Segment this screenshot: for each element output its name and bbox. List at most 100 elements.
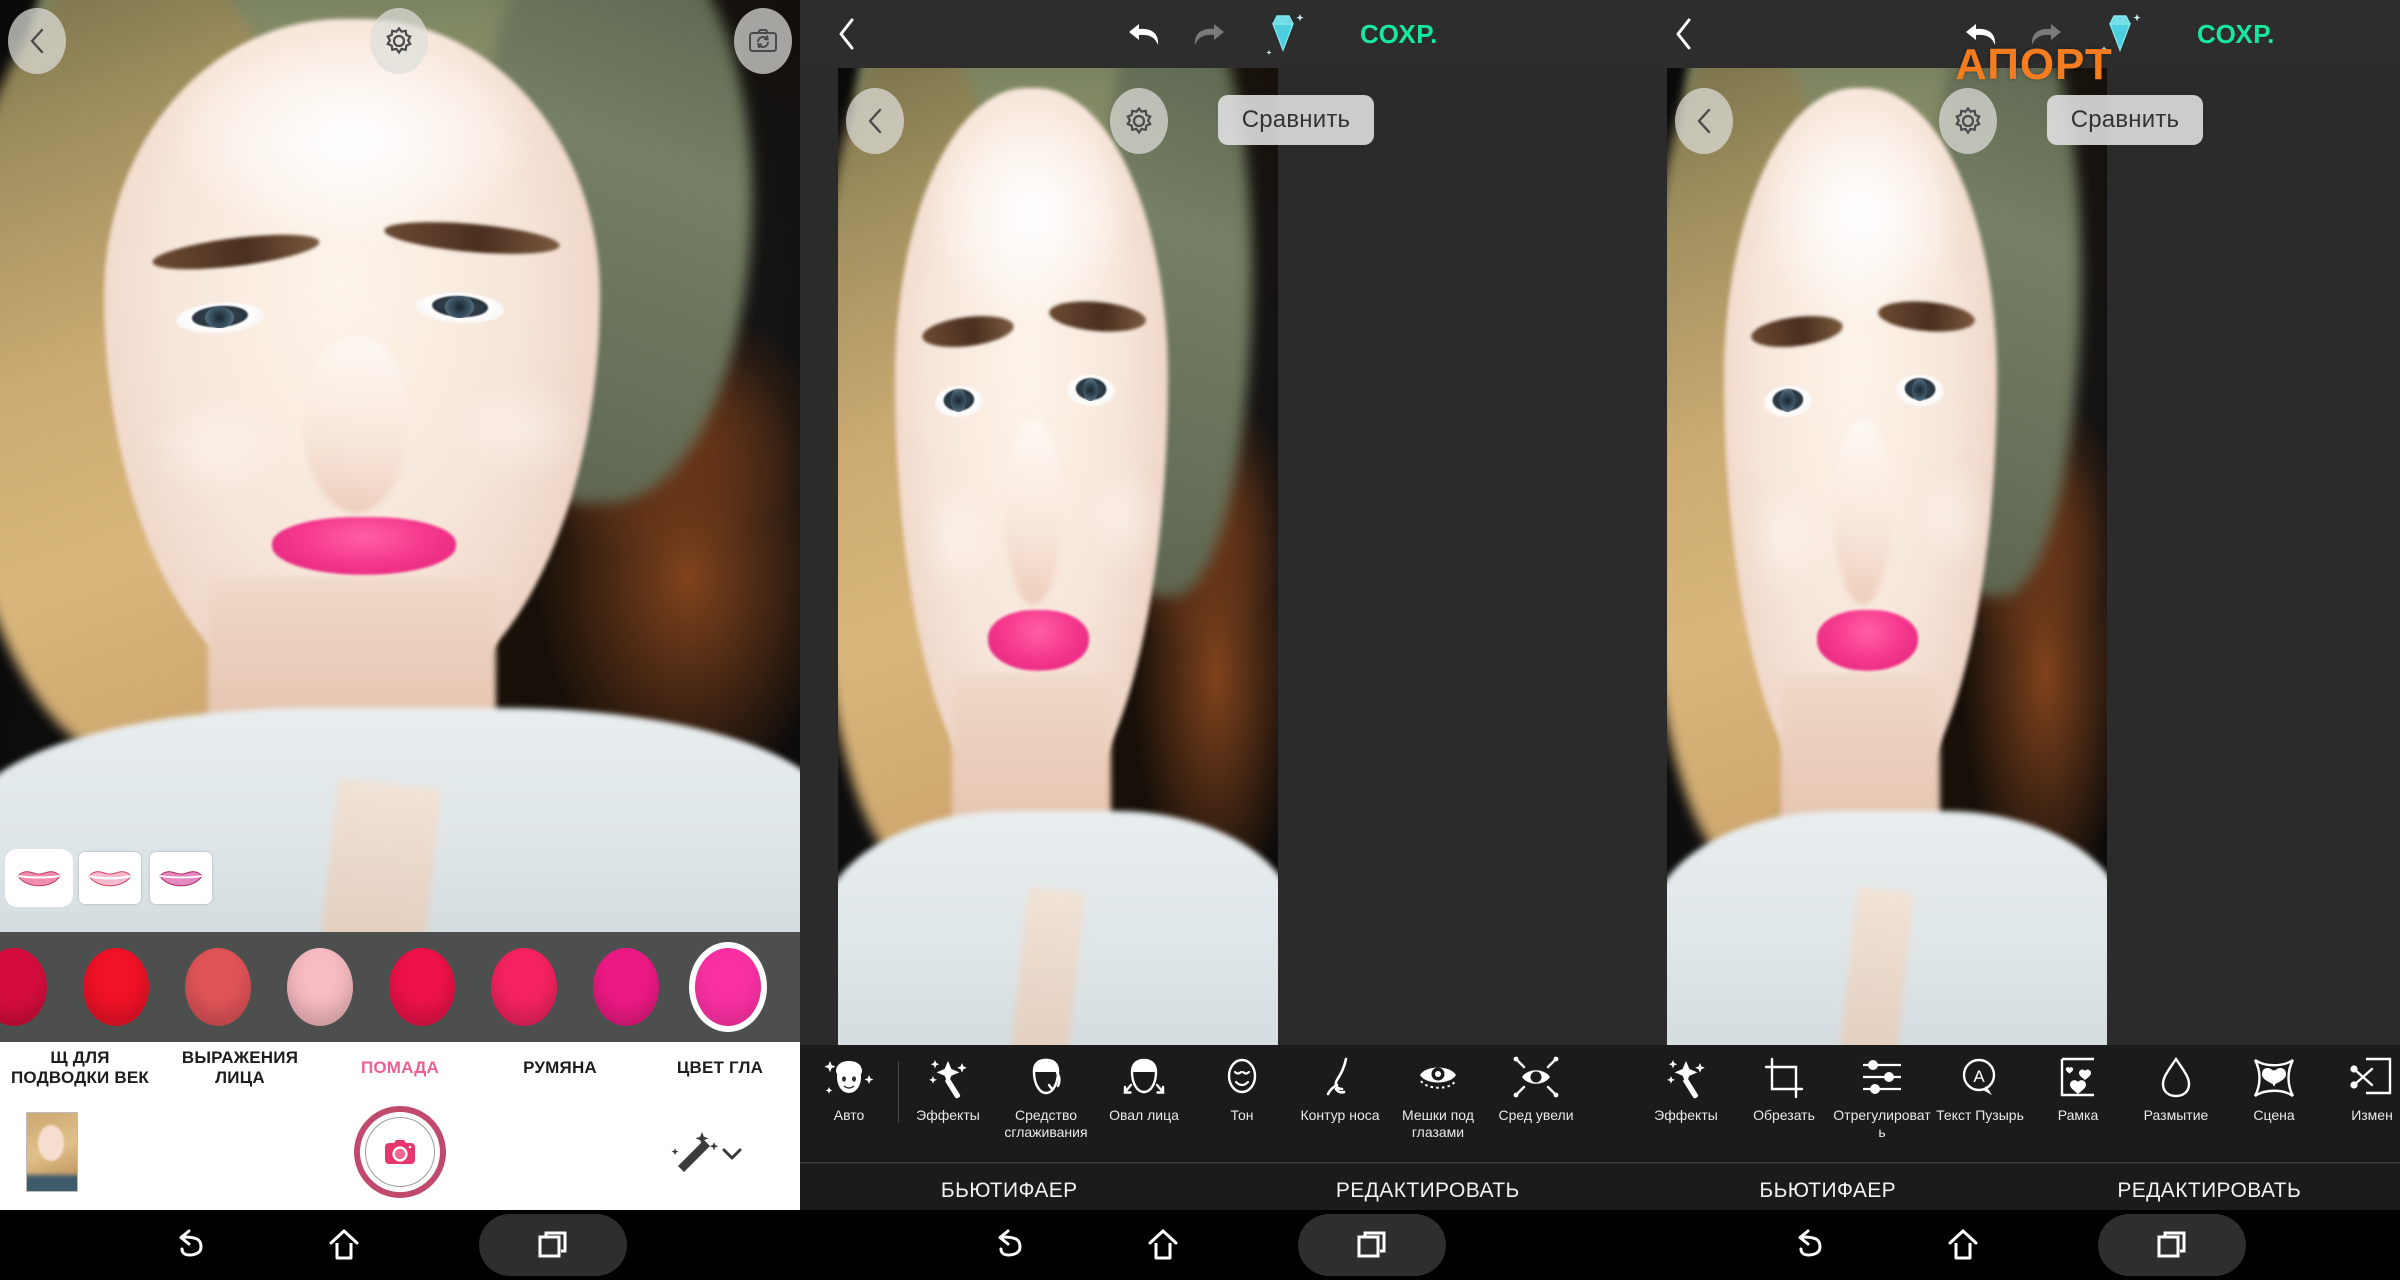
tab-edit[interactable]: РЕДАКТИРОВАТЬ — [1219, 1179, 1638, 1203]
back-nav-icon[interactable] — [992, 1228, 1028, 1262]
tool-label: Авто — [833, 1107, 865, 1123]
tool-label: Контур носа — [1300, 1107, 1380, 1123]
undo-icon[interactable] — [1125, 0, 1163, 68]
home-nav-icon[interactable] — [327, 1227, 361, 1263]
tool-auto[interactable]: Авто — [800, 1045, 898, 1124]
home-nav-icon[interactable] — [1146, 1227, 1180, 1263]
recents-nav-icon[interactable] — [1297, 1214, 1446, 1276]
tab-eyeliner[interactable]: Щ ДЛЯ ПОДВОДКИ ВЕК — [0, 1048, 160, 1087]
tool-eye-bags[interactable]: Мешки под глазами — [1389, 1045, 1487, 1140]
back-icon[interactable] — [1675, 88, 1733, 154]
frame-icon — [2060, 1057, 2094, 1097]
tab-edit[interactable]: РЕДАКТИРОВАТЬ — [2019, 1179, 2400, 1217]
tool-effects[interactable]: Эффекты — [899, 1045, 997, 1124]
tool-label: Текст Пузырь — [1936, 1107, 2024, 1123]
color-swatch[interactable] — [170, 948, 272, 1026]
blur-drop-icon — [2161, 1056, 2191, 1098]
tool-label: Эффекты — [916, 1107, 980, 1123]
cutout-scissors-icon — [2350, 1057, 2392, 1095]
compare-button[interactable]: Сравнить — [1218, 95, 1374, 145]
redo-icon[interactable] — [1190, 0, 1228, 68]
tool-tone[interactable]: Тон — [1193, 1045, 1291, 1124]
magic-wand-icon — [1667, 1060, 1705, 1099]
switch-camera-icon[interactable] — [734, 8, 792, 74]
tool-label: Средство сглаживания — [1004, 1107, 1088, 1140]
tool-label: Измен — [2351, 1107, 2393, 1123]
tool-label: Рамка — [2057, 1107, 2099, 1123]
tool-text-bubble[interactable]: A Текст Пузырь — [1931, 1045, 2029, 1124]
tab-face-expression[interactable]: ВЫРАЖЕНИЯ ЛИЦА — [160, 1048, 320, 1087]
tool-blur[interactable]: Размытие — [2127, 1045, 2225, 1124]
left-camera-panel: Щ ДЛЯ ПОДВОДКИ ВЕК ВЫРАЖЕНИЯ ЛИЦА ПОМАДА… — [0, 0, 800, 1280]
lip-style-thumb[interactable] — [150, 852, 212, 904]
tool-effects[interactable]: Эффекты — [1637, 1045, 1735, 1124]
gear-icon[interactable] — [1110, 88, 1168, 154]
tool-frame[interactable]: Рамка — [2029, 1045, 2127, 1124]
mid-topbar: СОХР. — [800, 0, 1637, 68]
color-swatch[interactable] — [272, 948, 374, 1026]
back-nav-icon[interactable] — [1792, 1228, 1828, 1262]
right-tool-row[interactable]: Эффекты Обрезать Отрегулировать A Текст … — [1637, 1045, 2400, 1163]
color-swatch[interactable] — [68, 948, 170, 1026]
magic-wand-toggle[interactable] — [666, 1126, 746, 1182]
mid-photo-canvas[interactable] — [838, 68, 1278, 1045]
gallery-thumbnail[interactable] — [26, 1112, 78, 1192]
tool-label: Обрезать — [1753, 1107, 1815, 1123]
tool-eye-enlarge[interactable]: Сред увели — [1487, 1045, 1585, 1124]
save-button[interactable]: СОХР. — [1360, 0, 1438, 68]
tool-smoothing[interactable]: Средство сглаживания — [997, 1045, 1095, 1140]
tool-face-oval[interactable]: Овал лица — [1095, 1045, 1193, 1124]
tool-nose-contour[interactable]: Контур носа — [1291, 1045, 1389, 1124]
gear-icon[interactable] — [1939, 88, 1997, 154]
face-oval-icon — [1123, 1058, 1165, 1094]
camera-preview[interactable] — [0, 0, 800, 932]
camera-icon — [385, 1140, 415, 1164]
compare-button[interactable]: Сравнить — [2047, 95, 2203, 145]
svg-text:A: A — [1973, 1067, 1985, 1086]
tool-crop[interactable]: Обрезать — [1735, 1045, 1833, 1124]
back-icon[interactable] — [836, 0, 858, 68]
text-bubble-icon: A — [1962, 1058, 1996, 1095]
lipstick-color-strip[interactable] — [0, 932, 800, 1042]
lip-style-thumb[interactable] — [8, 852, 70, 904]
back-nav-icon[interactable] — [173, 1228, 209, 1262]
home-nav-icon[interactable] — [1946, 1227, 1980, 1263]
color-swatch-selected[interactable] — [680, 948, 782, 1026]
beauty-category-tabs[interactable]: Щ ДЛЯ ПОДВОДКИ ВЕК ВЫРАЖЕНИЯ ЛИЦА ПОМАДА… — [0, 1042, 800, 1094]
shutter-button[interactable] — [354, 1106, 446, 1198]
mid-editor-panel: СОХР. Сравнить Авто Эффекты Средство сгл… — [800, 0, 1637, 1280]
color-swatch[interactable] — [578, 948, 680, 1026]
tool-label: Эффекты — [1654, 1107, 1718, 1123]
tab-blush[interactable]: РУМЯНА — [480, 1058, 640, 1078]
right-photo-canvas[interactable] — [1667, 68, 2107, 1045]
diamond-icon[interactable] — [1255, 0, 1311, 68]
lip-style-thumb[interactable] — [79, 852, 141, 904]
android-navbar — [800, 1210, 1637, 1280]
back-icon[interactable] — [1673, 0, 1695, 68]
right-editor-panel: СОХР. Сравнить АПОРТ Эффекты Обрезать От… — [1637, 0, 2400, 1280]
tool-label: Сцена — [2253, 1107, 2295, 1123]
tool-cutout[interactable]: Измен — [2323, 1045, 2400, 1124]
tab-beautifier[interactable]: БЬЮТИФАЕР — [1637, 1179, 2019, 1203]
back-icon[interactable] — [8, 8, 66, 74]
screenshot-root: Щ ДЛЯ ПОДВОДКИ ВЕК ВЫРАЖЕНИЯ ЛИЦА ПОМАДА… — [0, 0, 2400, 1280]
color-swatch[interactable] — [0, 948, 68, 1026]
color-swatch[interactable] — [374, 948, 476, 1026]
tool-adjust[interactable]: Отрегулировать — [1833, 1045, 1931, 1140]
recents-nav-icon[interactable] — [2097, 1214, 2246, 1276]
color-swatch[interactable] — [476, 948, 578, 1026]
tool-label: Мешки под глазами — [1402, 1107, 1474, 1140]
tab-lipstick[interactable]: ПОМАДА — [320, 1058, 480, 1078]
tab-beautifier[interactable]: БЬЮТИФАЕР — [800, 1179, 1219, 1217]
tool-scene[interactable]: Сцена — [2225, 1045, 2323, 1124]
tab-eye-color[interactable]: ЦВЕТ ГЛА — [640, 1058, 800, 1078]
tab-label: РЕДАКТИРОВАТЬ — [2117, 1179, 2302, 1202]
recents-nav-icon[interactable] — [479, 1214, 627, 1276]
back-icon[interactable] — [846, 88, 904, 154]
crop-icon — [1764, 1057, 1804, 1099]
lip-style-thumbnails[interactable] — [8, 852, 212, 904]
settings-icon[interactable] — [370, 8, 428, 74]
mid-tool-row[interactable]: Авто Эффекты Средство сглаживания Овал л… — [800, 1045, 1637, 1163]
tab-label: БЬЮТИФАЕР — [1759, 1179, 1897, 1202]
save-button[interactable]: СОХР. — [2197, 0, 2275, 68]
